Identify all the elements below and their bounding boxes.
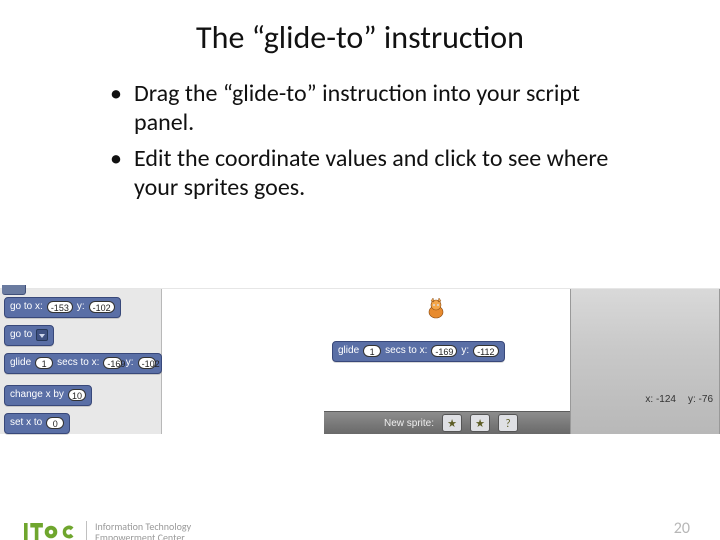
block-change-x[interactable]: change x by 10 <box>4 385 92 406</box>
x-input[interactable]: -169 <box>103 357 121 369</box>
block-goto-xy[interactable]: go to x: -153 y: -102 <box>4 297 121 318</box>
block-label: secs to x: <box>57 356 99 370</box>
page-title: The “glide-to” instruction <box>0 18 720 57</box>
bullet-item: Drag the “glide-to” instruction into you… <box>110 79 630 138</box>
block-label: change x by <box>10 388 64 402</box>
block-label: y: <box>461 344 469 358</box>
block-glide[interactable]: glide 1 secs to x: -169 y: -102 <box>4 353 162 374</box>
bullet-item: Edit the coordinate values and click to … <box>110 144 630 203</box>
status-y-value: -76 <box>699 394 713 405</box>
page-number: 20 <box>674 519 690 538</box>
question-star-icon: ? <box>505 417 510 430</box>
secs-input[interactable]: 1 <box>363 345 381 357</box>
block-label: go to x: <box>10 300 43 314</box>
placed-glide-block[interactable]: glide 1 secs to x: -169 y: -112 <box>332 341 505 362</box>
status-x-value: -124 <box>656 394 676 405</box>
value-input[interactable]: 0 <box>46 417 64 429</box>
block-set-x[interactable]: set x to 0 <box>4 413 70 434</box>
stage-status-panel: x: -124 y: -76 <box>570 289 720 434</box>
new-sprite-label: New sprite: <box>384 418 434 429</box>
y-input[interactable]: -102 <box>138 357 156 369</box>
x-input[interactable]: -169 <box>431 345 457 357</box>
footer-logo-text: Information Technology Empowerment Cente… <box>86 521 191 540</box>
target-dropdown[interactable] <box>36 329 48 341</box>
folder-star-icon: ★ <box>475 417 485 430</box>
block-label: glide <box>338 344 359 358</box>
bullet-list: Drag the “glide-to” instruction into you… <box>110 79 630 202</box>
block-goto-object[interactable]: go to <box>4 325 54 346</box>
star-icon: ★ <box>447 417 457 430</box>
block-label: y: <box>126 356 134 370</box>
block-fragment <box>2 285 26 295</box>
status-x-label: x: <box>645 394 653 405</box>
blocks-palette: go to x: -153 y: -102 go to glide 1 secs… <box>0 289 162 434</box>
secs-input[interactable]: 1 <box>35 357 53 369</box>
status-y-label: y: <box>688 394 696 405</box>
y-input[interactable]: -102 <box>89 301 115 313</box>
mouse-coordinates: x: -124 y: -76 <box>645 394 713 405</box>
scratch-screenshot: go to x: -153 y: -102 go to glide 1 secs… <box>0 288 720 433</box>
surprise-sprite-button[interactable]: ? <box>498 414 518 432</box>
block-label: set x to <box>10 416 42 430</box>
value-input[interactable]: 10 <box>68 389 86 401</box>
paint-sprite-button[interactable]: ★ <box>442 414 462 432</box>
choose-sprite-button[interactable]: ★ <box>470 414 490 432</box>
x-input[interactable]: -153 <box>47 301 73 313</box>
itec-logo-icon <box>24 520 78 540</box>
block-label: y: <box>77 300 85 314</box>
footer-logo: Information Technology Empowerment Cente… <box>24 520 191 540</box>
block-label: glide <box>10 356 31 370</box>
block-label: secs to x: <box>385 344 427 358</box>
block-label: go to <box>10 328 32 342</box>
y-input[interactable]: -112 <box>473 345 498 357</box>
scratch-cat-sprite[interactable] <box>424 297 448 321</box>
